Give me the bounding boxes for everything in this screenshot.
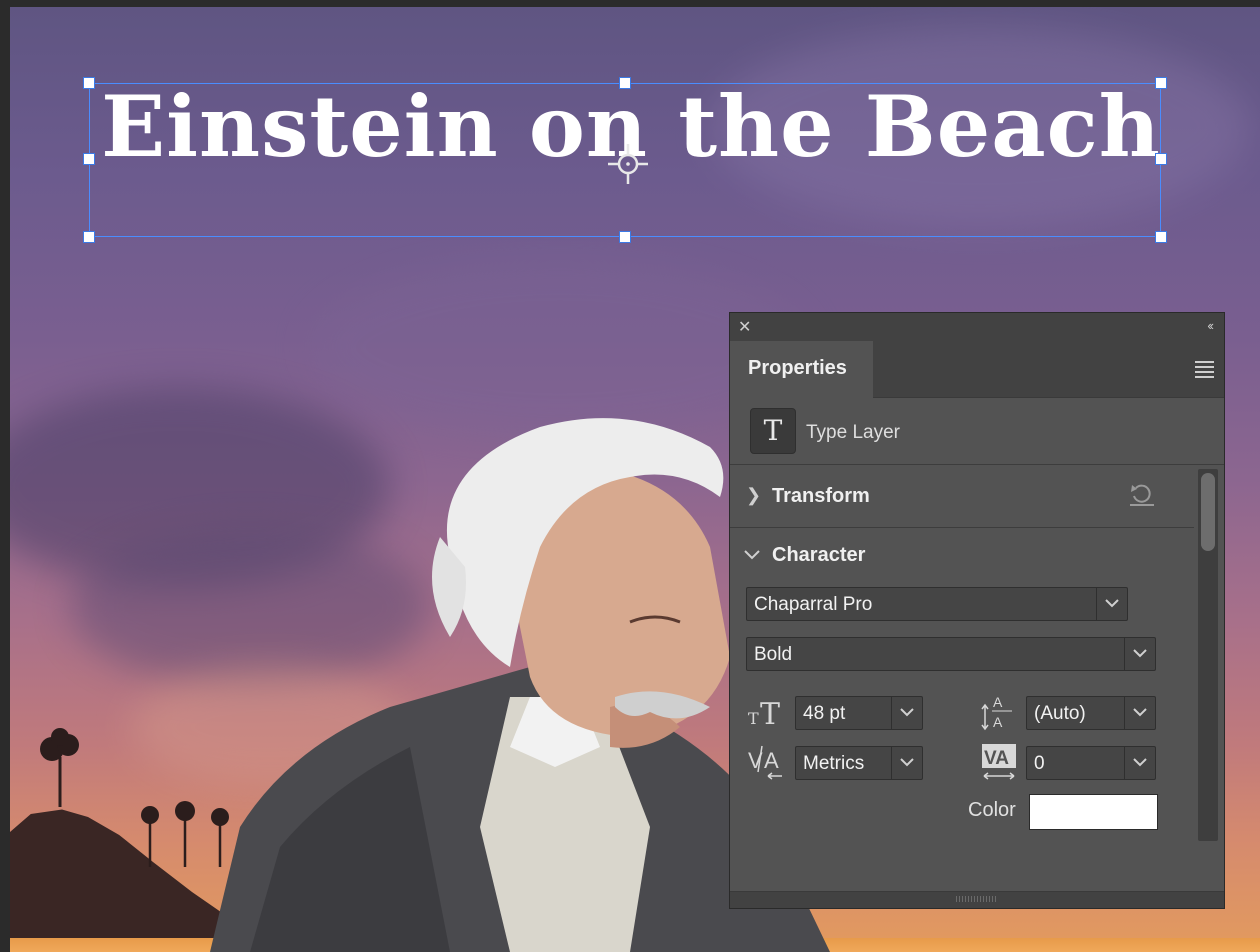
kerning-field[interactable]: Metrics bbox=[795, 746, 923, 780]
tracking-field[interactable]: 0 bbox=[1026, 746, 1156, 780]
panel-title-bar[interactable]: ✕ ‹‹ bbox=[730, 313, 1224, 341]
svg-text:T: T bbox=[760, 697, 780, 730]
tracking-value: 0 bbox=[1034, 753, 1045, 774]
reset-icon[interactable] bbox=[1128, 482, 1156, 508]
transform-handle-bottom-right[interactable] bbox=[1155, 231, 1167, 243]
chevron-down-icon[interactable] bbox=[1124, 697, 1155, 729]
panel-resize-bar[interactable] bbox=[730, 891, 1224, 908]
transform-handle-top-right[interactable] bbox=[1155, 77, 1167, 89]
collapse-icon[interactable]: ‹‹ bbox=[1207, 318, 1214, 333]
tracking-icon: VA bbox=[982, 744, 1016, 780]
chevron-down-icon[interactable] bbox=[891, 747, 922, 779]
tab-properties[interactable]: Properties bbox=[730, 341, 873, 398]
transform-handle-bottom-left[interactable] bbox=[83, 231, 95, 243]
leading-icon: A A bbox=[981, 694, 1012, 731]
chevron-right-icon[interactable]: ❯ bbox=[746, 485, 761, 506]
chevron-down-icon[interactable] bbox=[744, 548, 760, 566]
close-icon[interactable]: ✕ bbox=[738, 317, 751, 337]
transform-handle-top[interactable] bbox=[619, 77, 631, 89]
layer-type-row: T Type Layer bbox=[730, 398, 1224, 465]
svg-text:A: A bbox=[764, 748, 779, 773]
svg-text:VA: VA bbox=[984, 748, 1009, 769]
chevron-down-icon[interactable] bbox=[1096, 588, 1127, 620]
kerning-icon: V A bbox=[748, 745, 782, 780]
font-size-value: 48 pt bbox=[803, 703, 846, 724]
properties-panel: ✕ ‹‹ Properties T Type Layer ❯ Transform… bbox=[729, 312, 1225, 909]
svg-text:T: T bbox=[748, 709, 759, 728]
type-layer-icon: T bbox=[750, 408, 796, 454]
reference-point-icon[interactable] bbox=[606, 142, 650, 186]
chevron-down-icon[interactable] bbox=[1124, 747, 1155, 779]
transform-section-header[interactable]: ❯ Transform bbox=[730, 465, 1194, 528]
chevron-down-icon[interactable] bbox=[891, 697, 922, 729]
leading-value: (Auto) bbox=[1034, 703, 1086, 724]
transform-handle-top-left[interactable] bbox=[83, 77, 95, 89]
font-family-value: Chaparral Pro bbox=[754, 594, 873, 615]
font-size-icon: T T bbox=[748, 697, 780, 730]
text-color-swatch[interactable] bbox=[1029, 794, 1158, 830]
font-style-value: Bold bbox=[754, 644, 793, 665]
font-family-dropdown[interactable]: Chaparral Pro bbox=[746, 587, 1128, 621]
transform-handle-right[interactable] bbox=[1155, 153, 1167, 165]
leading-field[interactable]: (Auto) bbox=[1026, 696, 1156, 730]
section-title-character: Character bbox=[772, 544, 866, 566]
font-style-dropdown[interactable]: Bold bbox=[746, 637, 1156, 671]
transform-handle-left[interactable] bbox=[83, 153, 95, 165]
transform-handle-bottom[interactable] bbox=[619, 231, 631, 243]
tree bbox=[40, 728, 79, 807]
font-size-field[interactable]: 48 pt bbox=[795, 696, 923, 730]
tab-label: Properties bbox=[748, 357, 847, 379]
panel-menu-icon[interactable] bbox=[1195, 361, 1214, 378]
section-title-transform: Transform bbox=[772, 485, 870, 507]
kerning-value: Metrics bbox=[803, 753, 865, 774]
layer-type-label: Type Layer bbox=[806, 422, 900, 443]
color-label: Color bbox=[968, 799, 1016, 821]
svg-text:A: A bbox=[993, 714, 1003, 730]
svg-text:A: A bbox=[993, 694, 1003, 710]
resize-grip[interactable] bbox=[956, 896, 996, 902]
chevron-down-icon[interactable] bbox=[1124, 638, 1155, 670]
character-section: Character Chaparral Pro Bold T T 48 pt A… bbox=[730, 528, 1224, 908]
panel-tab-bar: Properties bbox=[730, 341, 1224, 398]
